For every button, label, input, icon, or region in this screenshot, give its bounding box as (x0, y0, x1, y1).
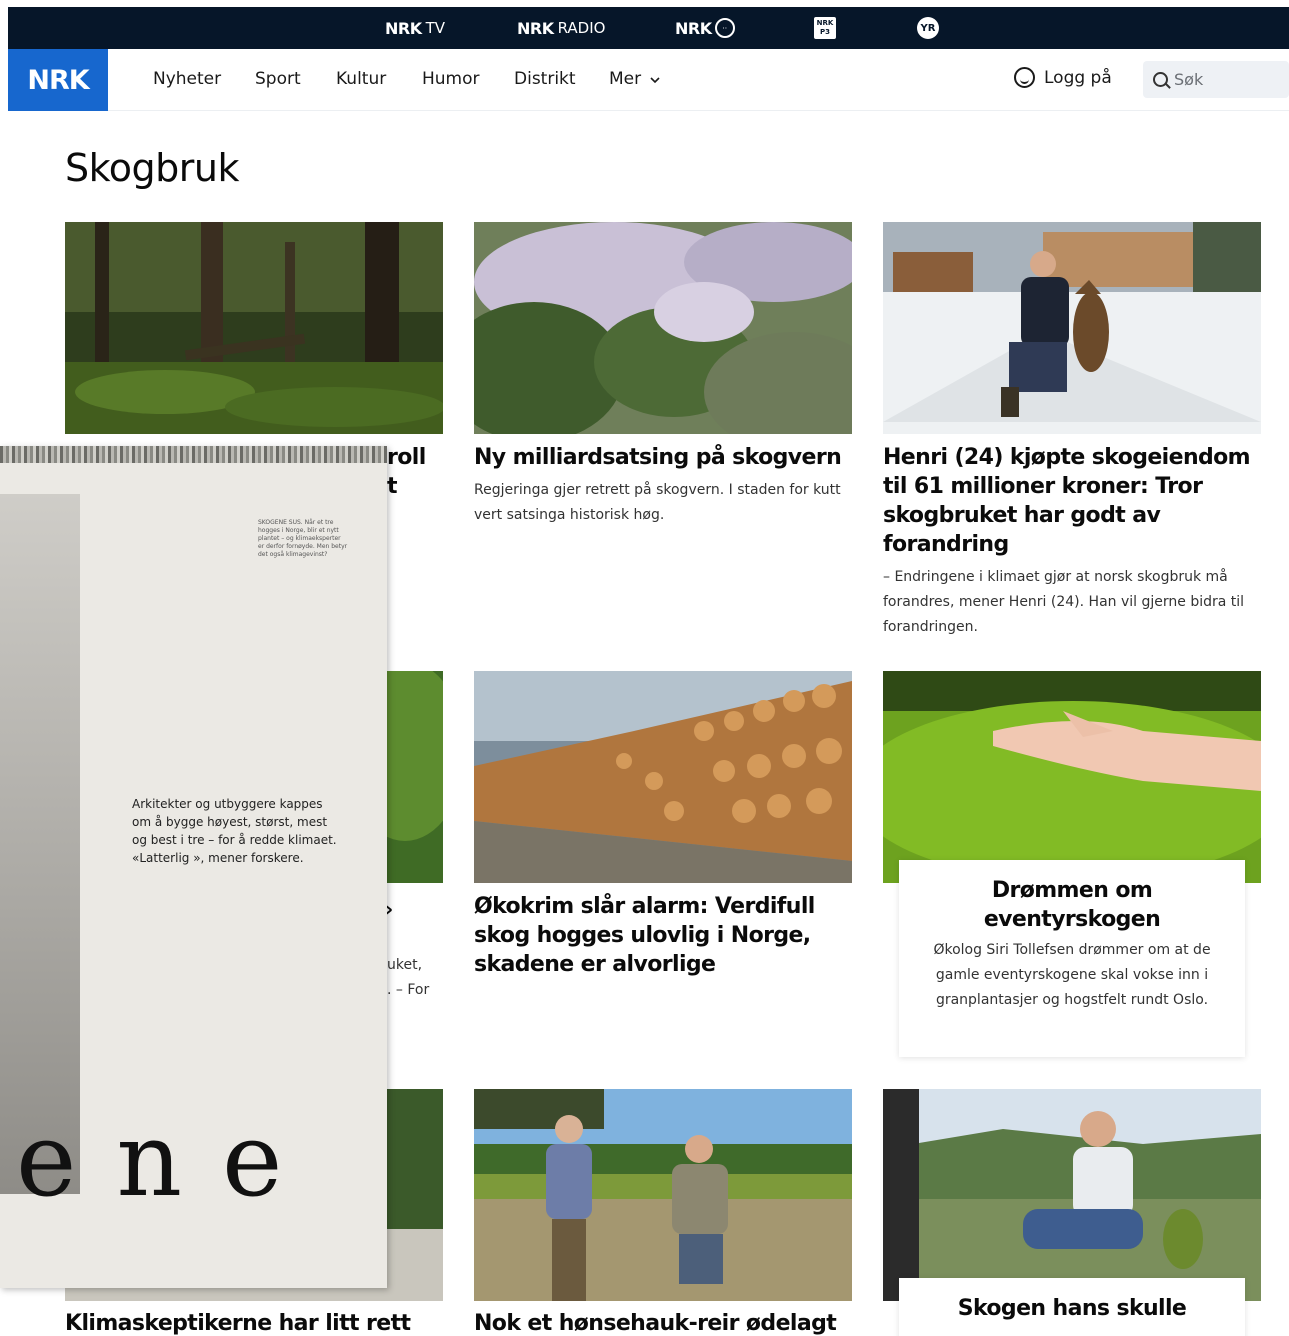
magazine-edge (0, 446, 387, 463)
nav-item-sport[interactable]: Sport (255, 69, 301, 89)
two-men-photo (474, 1089, 852, 1301)
magazine-lead: Arkitekter og utbyggere kappes om å bygg… (132, 797, 337, 865)
moss-photo (883, 671, 1261, 883)
nrk-logo[interactable]: NRK (8, 49, 108, 111)
article-title[interactable]: Henri (24) kjøpte skogeiendom til 61 mil… (883, 443, 1261, 559)
article-title[interactable]: Ny milliardsatsing på skogvern (474, 443, 852, 472)
aerial-forest-photo (474, 222, 852, 434)
article-title[interactable]: Nok et hønsehauk-reir ødelagt av (474, 1309, 852, 1336)
article-title[interactable]: Skogen hans skulle (913, 1294, 1231, 1323)
magazine-headline: ene (16, 1101, 323, 1220)
magazine-caption: SKOGENE SUS. Når et tre hogges i Norge, … (258, 519, 348, 558)
forest-photo (65, 222, 443, 434)
page-title: Skogbruk (65, 146, 239, 190)
magazine-photo-overlay: SKOGENE SUS. Når et tre hogges i Norge, … (0, 446, 387, 1288)
nav-item-distrikt[interactable]: Distrikt (514, 69, 576, 89)
magazine-image-area (0, 494, 80, 1194)
user-icon (1014, 67, 1035, 88)
article-lead: – Endringene i klimaet gjør at norsk sko… (883, 569, 1245, 635)
chevron-down-icon (649, 77, 660, 84)
man-sitting-photo (883, 1089, 1261, 1301)
article-lead: Regjeringa gjer retrett på skogvern. I s… (474, 482, 841, 523)
henri-photo (883, 222, 1261, 434)
search-input[interactable] (1174, 70, 1274, 89)
nav-item-kultur[interactable]: Kultur (336, 69, 386, 89)
smiley-icon: ·· (714, 18, 735, 38)
login-button[interactable]: Logg på (1014, 67, 1112, 88)
search-box[interactable] (1143, 61, 1289, 98)
p3-logo-icon: NRK P3 (814, 17, 836, 39)
nrk-tv-link[interactable]: NRK TV (385, 7, 445, 49)
nav-item-nyheter[interactable]: Nyheter (153, 69, 221, 89)
article-lead-fragment: . – For (387, 982, 430, 998)
article-lead: Økolog Siri Tollefsen drømmer om at de g… (933, 942, 1211, 1008)
nav-item-humor[interactable]: Humor (422, 69, 480, 89)
timber-pile-photo (474, 671, 852, 883)
nrk-radio-link[interactable]: NRK RADIO (517, 7, 605, 49)
nrk-super-link[interactable]: NRK ·· (675, 7, 735, 49)
main-nav: NRK Nyheter Sport Kultur Humor Distrikt … (8, 49, 1289, 111)
article-card-skogen-hans[interactable] (883, 1089, 1261, 1301)
article-card-okokrim[interactable]: Økokrim slår alarm: Verdifull skog hogge… (474, 671, 852, 979)
service-bar: NRK TV NRK RADIO NRK ·· NRK P3 YR (8, 7, 1289, 49)
article-title[interactable]: Klimaskeptikerne har litt rett (65, 1309, 443, 1336)
article-title-fragment[interactable]: t (387, 474, 398, 499)
article-card-honsehauk[interactable]: Nok et hønsehauk-reir ødelagt av (474, 1089, 852, 1336)
yr-logo-icon: YR (917, 17, 939, 39)
featured-article-box[interactable]: Skogen hans skulle (899, 1278, 1245, 1336)
article-card-henri[interactable]: Henri (24) kjøpte skogeiendom til 61 mil… (883, 222, 1261, 640)
article-lead-fragment: uket, (387, 957, 423, 973)
featured-article-box[interactable]: Drømmen om eventyrskogen Økolog Siri Tol… (899, 860, 1245, 1057)
article-title[interactable]: Drømmen om eventyrskogen (913, 876, 1231, 934)
nrk-p3-link[interactable]: NRK P3 (814, 7, 836, 49)
nav-item-mer[interactable]: Mer (609, 69, 660, 89)
article-card-skogvern[interactable]: Ny milliardsatsing på skogvern Regjering… (474, 222, 852, 528)
article-card-forest[interactable] (65, 222, 443, 434)
article-title-fragment[interactable]: roll (387, 445, 426, 470)
yr-link[interactable]: YR (917, 7, 939, 49)
search-icon (1153, 72, 1168, 87)
article-card-eventyrskogen[interactable] (883, 671, 1261, 883)
article-title[interactable]: Økokrim slår alarm: Verdifull skog hogge… (474, 892, 852, 979)
